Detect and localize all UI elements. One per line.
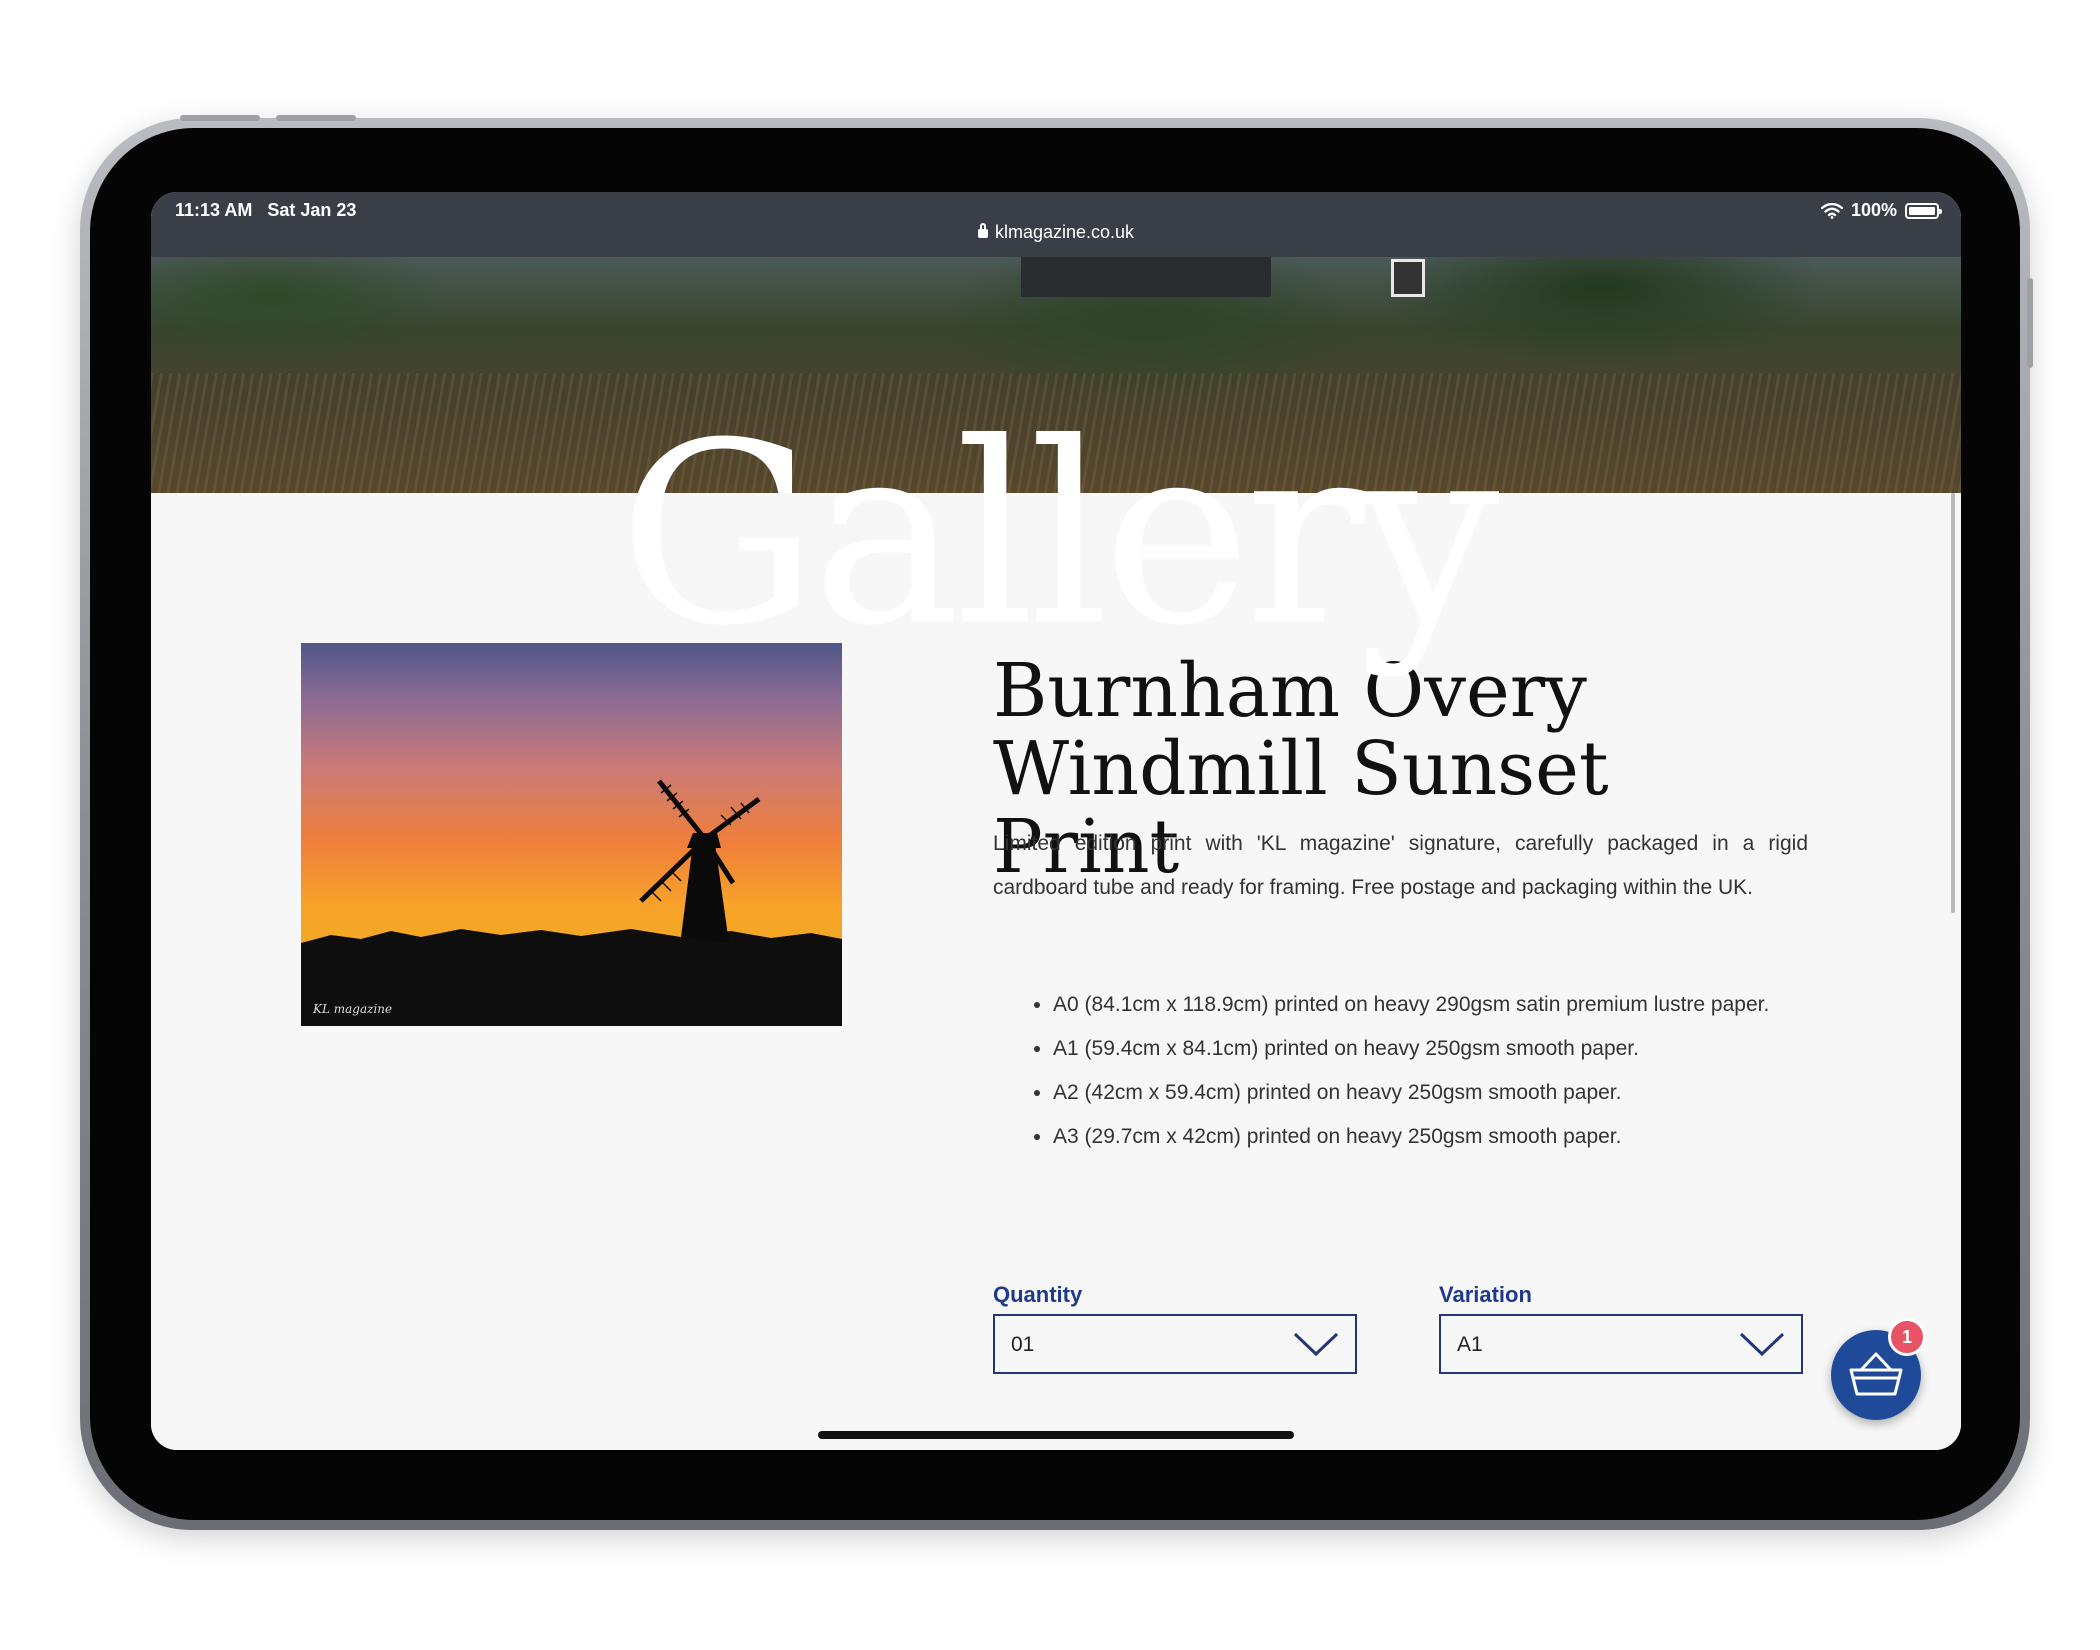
product-image[interactable]: KL magazine bbox=[301, 643, 842, 1026]
spec-item: A1 (59.4cm x 84.1cm) printed on heavy 25… bbox=[1053, 1027, 1808, 1071]
variation-select[interactable]: A1 bbox=[1439, 1314, 1803, 1374]
quantity-select[interactable]: 01 bbox=[993, 1314, 1357, 1374]
spec-item: A0 (84.1cm x 118.9cm) printed on heavy 2… bbox=[1053, 983, 1808, 1027]
quantity-label: Quantity bbox=[993, 1282, 1083, 1307]
battery-percent: 100% bbox=[1850, 200, 1897, 220]
screen: 11:13 AM Sat Jan 23 klmagazine.co.uk 100… bbox=[151, 192, 1961, 1450]
battery-icon bbox=[1905, 202, 1942, 219]
variation-value: A1 bbox=[1457, 1333, 1483, 1356]
variation-label: Variation bbox=[1439, 1282, 1532, 1307]
address-bar[interactable]: klmagazine.co.uk bbox=[151, 222, 1961, 243]
product-description: Limited edition print with 'KL magazine'… bbox=[993, 832, 1808, 899]
spec-list: A0 (84.1cm x 118.9cm) printed on heavy 2… bbox=[993, 983, 1808, 1159]
volume-button-bottom bbox=[276, 115, 356, 121]
wifi-icon bbox=[1820, 202, 1843, 219]
volume-button-top bbox=[180, 115, 260, 121]
cart-count-badge: 1 bbox=[1888, 1318, 1926, 1356]
status-bar: 11:13 AM Sat Jan 23 klmagazine.co.uk 100… bbox=[151, 192, 1961, 257]
scrollbar[interactable] bbox=[1951, 493, 1955, 913]
status-time-date: 11:13 AM Sat Jan 23 bbox=[175, 200, 357, 220]
home-indicator[interactable] bbox=[818, 1431, 1294, 1439]
spec-item: A2 (42cm x 59.4cm) printed on heavy 250g… bbox=[1053, 1071, 1808, 1115]
image-signature: KL magazine bbox=[313, 1002, 393, 1016]
chevron-down-icon bbox=[1293, 1332, 1339, 1357]
url-text: klmagazine.co.uk bbox=[994, 222, 1135, 242]
status-right: 100% bbox=[1820, 200, 1942, 221]
quantity-value: 01 bbox=[1011, 1333, 1035, 1356]
page-title: Gallery bbox=[618, 389, 1499, 680]
windmill-silhouette bbox=[301, 779, 842, 1026]
spec-item: A3 (29.7cm x 42cm) printed on heavy 250g… bbox=[1053, 1115, 1808, 1159]
hero-window bbox=[1391, 259, 1425, 297]
hero-house bbox=[1021, 257, 1271, 297]
chevron-down-icon bbox=[1739, 1332, 1785, 1357]
lock-icon bbox=[977, 223, 988, 238]
power-button bbox=[2027, 278, 2033, 368]
